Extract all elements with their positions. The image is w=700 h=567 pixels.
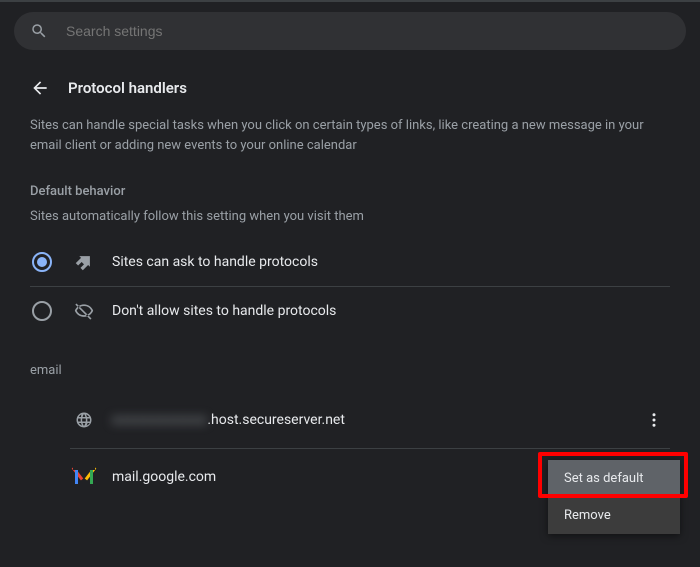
radio-unselected-icon xyxy=(32,301,52,321)
default-behavior-heading: Default behavior xyxy=(30,184,670,199)
protocol-blocked-icon xyxy=(74,301,94,321)
option-label: Don't allow sites to handle protocols xyxy=(112,303,336,319)
gmail-icon xyxy=(74,467,94,487)
menu-remove[interactable]: Remove xyxy=(548,497,680,534)
option-allow-handlers[interactable]: Sites can ask to handle protocols xyxy=(30,238,670,286)
search-icon xyxy=(30,22,48,40)
site-label: mail.google.com xyxy=(112,469,216,485)
page-description: Sites can handle special tasks when you … xyxy=(30,116,670,156)
back-button[interactable] xyxy=(30,78,50,98)
globe-icon xyxy=(74,410,94,430)
option-block-handlers[interactable]: Don't allow sites to handle protocols xyxy=(30,287,670,335)
protocol-heading: email xyxy=(30,363,670,378)
radio-selected-icon xyxy=(32,252,52,272)
option-label: Sites can ask to handle protocols xyxy=(112,254,318,270)
search-bar[interactable] xyxy=(14,12,686,50)
site-row-secureserver: xxxxxxxxxxxx.host.secureserver.net xyxy=(70,392,670,448)
more-actions-button[interactable] xyxy=(642,408,666,432)
default-behavior-subtext: Sites automatically follow this setting … xyxy=(30,209,670,224)
protocol-allowed-icon xyxy=(74,252,94,272)
page-title: Protocol handlers xyxy=(68,79,187,97)
search-input[interactable] xyxy=(66,23,670,39)
menu-set-default[interactable]: Set as default xyxy=(548,460,680,497)
context-menu: Set as default Remove xyxy=(548,460,680,534)
site-label: xxxxxxxxxxxx.host.secureserver.net xyxy=(112,412,345,428)
